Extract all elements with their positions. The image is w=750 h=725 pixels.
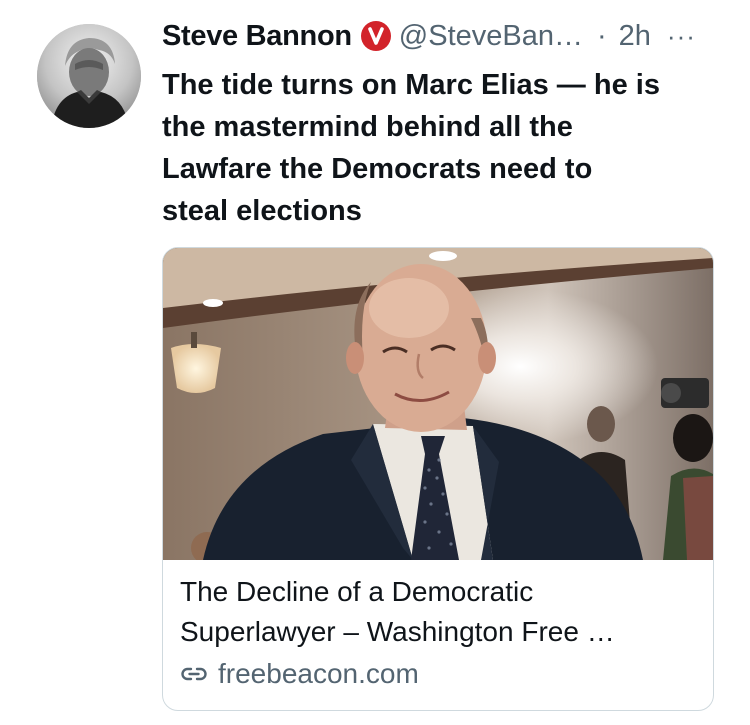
tweet[interactable]: Steve Bannon @SteveBan… · 2h ··· The tid…: [0, 0, 750, 725]
tweet-timestamp[interactable]: 2h: [619, 20, 651, 53]
article-photo-icon: [163, 248, 713, 560]
tweet-header: Steve Bannon @SteveBan… · 2h ···: [162, 14, 732, 58]
link-preview-card[interactable]: The Decline of a Democratic Superlawyer …: [162, 247, 714, 711]
profile-photo-icon: [37, 24, 141, 128]
more-options-icon[interactable]: ···: [667, 21, 696, 52]
author-handle[interactable]: @SteveBan…: [399, 20, 583, 53]
card-title-line[interactable]: The Decline of a Democratic: [180, 572, 700, 612]
tweet-text-line: The tide turns on Marc Elias — he is: [162, 69, 660, 101]
verified-badge-icon: [360, 21, 391, 51]
card-domain-row[interactable]: freebeacon.com: [180, 654, 700, 694]
card-domain[interactable]: freebeacon.com: [218, 654, 419, 694]
card-text[interactable]: The Decline of a Democratic Superlawyer …: [180, 572, 700, 694]
card-title-line[interactable]: Superlawyer – Washington Free …: [180, 612, 700, 652]
author-name[interactable]: Steve Bannon: [162, 20, 352, 53]
tweet-text: The tide turns on Marc Elias — he is the…: [162, 64, 722, 232]
article-photo[interactable]: [163, 248, 713, 560]
tweet-text-line: steal elections: [162, 195, 362, 227]
author-avatar[interactable]: [37, 24, 141, 128]
tweet-text-line: the mastermind behind all the: [162, 111, 573, 143]
separator-dot: ·: [596, 19, 607, 52]
tweet-text-line: Lawfare the Democrats need to: [162, 153, 593, 185]
link-icon: [180, 659, 210, 689]
